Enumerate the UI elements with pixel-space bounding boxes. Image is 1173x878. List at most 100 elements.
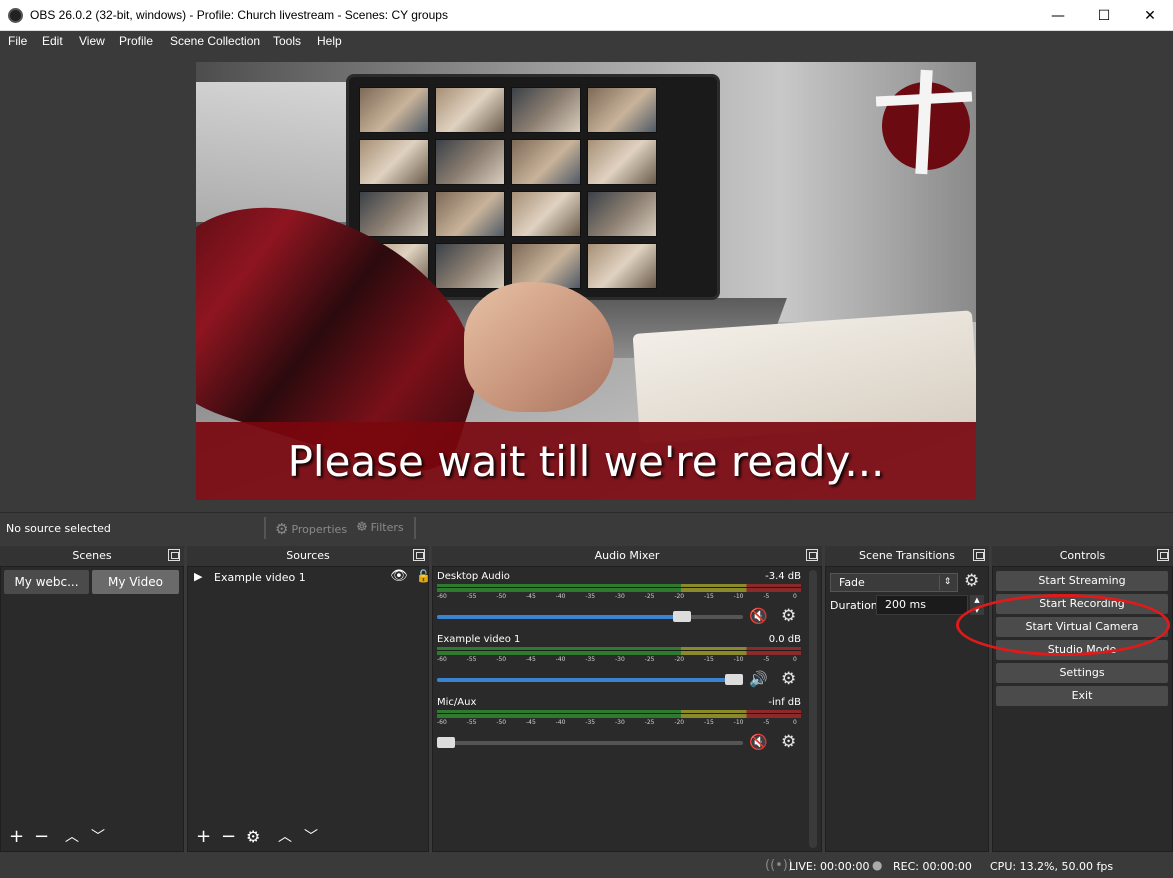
close-button[interactable]: ✕ [1127, 0, 1173, 31]
transition-select[interactable]: Fade ⇕ [830, 573, 958, 592]
meter-tick-label: -50 [496, 656, 507, 663]
menu-profile[interactable]: Profile [119, 34, 153, 48]
audio-mixer-panel: Desktop Audio -3.4 dB -60 -55 -50 -45 -40 -35… [432, 566, 822, 852]
remove-icon[interactable]: − [34, 827, 49, 847]
gear-icon: ⚙ [275, 520, 289, 538]
maximize-button[interactable]: ☐ [1081, 0, 1127, 31]
scene-item-selected[interactable]: My Video [92, 570, 179, 594]
exit-button[interactable]: Exit [996, 686, 1168, 706]
scene-transitions-title: Scene Transitions [859, 549, 955, 562]
status-bar: ((•)) LIVE: 00:00:00 ● REC: 00:00:00 CPU… [0, 854, 1173, 878]
volume-meter [437, 584, 801, 592]
volume-meter [437, 710, 801, 718]
mixer-channel-example-video: Example video 1 0.0 dB -60 -55 -50 -45 -40 -3… [437, 634, 805, 694]
sources-title: Sources [286, 549, 330, 562]
video-tile [435, 191, 505, 237]
meter-tick-label: -60 [437, 719, 447, 726]
volume-handle[interactable] [437, 737, 455, 748]
add-icon[interactable]: + [9, 827, 24, 847]
move-down-icon[interactable]: ﹀ [91, 827, 105, 847]
volume-fill [437, 615, 679, 619]
move-up-icon[interactable]: ︿ [65, 827, 79, 847]
volume-handle[interactable] [725, 674, 743, 685]
meter-tick-label: -10 [733, 593, 744, 600]
meter-tick-label: -35 [585, 719, 596, 726]
eye-icon[interactable]: 👁 [390, 568, 408, 584]
video-tile [435, 87, 505, 133]
float-dock-icon[interactable] [168, 549, 180, 561]
scenes-footer: + − ︿ ﹀ [1, 825, 183, 849]
volume-slider[interactable] [437, 737, 743, 748]
video-tile [511, 87, 581, 133]
meter-tick-label: -40 [555, 656, 566, 663]
video-tile [359, 87, 429, 133]
float-dock-icon[interactable] [973, 549, 985, 561]
rec-timer: REC: 00:00:00 [893, 860, 972, 873]
minimize-button[interactable]: — [1035, 0, 1081, 31]
gear-icon[interactable]: ⚙ [246, 827, 260, 847]
menu-edit[interactable]: Edit [42, 34, 63, 48]
hand [464, 282, 614, 412]
gear-icon[interactable]: ⚙ [781, 733, 799, 751]
filters-label: Filters [370, 521, 404, 534]
mixer-scrollbar[interactable] [809, 570, 817, 848]
gear-icon[interactable]: ⚙ [964, 571, 979, 591]
duration-input[interactable]: 200 ms [876, 595, 968, 615]
channel-db: 0.0 dB [768, 634, 801, 645]
controls-title: Controls [1059, 549, 1106, 562]
volume-slider[interactable] [437, 611, 743, 622]
video-tile [587, 87, 657, 133]
scene-transitions-dock-title: Scene Transitions [825, 546, 989, 566]
mixer-channel-mic-aux: Mic/Aux -inf dB -60 -55 -50 -45 -40 -35 -30 -25… [437, 697, 805, 757]
gear-icon[interactable]: ⚙ [781, 670, 799, 688]
channel-db: -inf dB [768, 697, 801, 708]
scene-transitions-panel: Fade ⇕ ⚙ Duration 200 ms ▲ ▼ [825, 566, 989, 852]
meter-tick-label: -30 [615, 593, 625, 600]
source-item[interactable]: ▶ Example video 1 👁 🔓 [194, 568, 431, 588]
float-dock-icon[interactable] [806, 549, 818, 561]
video-tile [435, 243, 505, 289]
float-dock-icon[interactable] [1157, 549, 1169, 561]
audio-mixer-dock-title: Audio Mixer [432, 546, 822, 566]
gear-icon[interactable]: ⚙ [781, 607, 799, 625]
settings-button[interactable]: Settings [996, 663, 1168, 683]
menu-scene-collection[interactable]: Scene Collection [170, 34, 260, 48]
video-tile [359, 191, 429, 237]
filters-button[interactable]: ☸ Filters [356, 520, 404, 535]
add-icon[interactable]: + [196, 827, 211, 847]
volume-handle[interactable] [673, 611, 692, 622]
meter-tick-label: -35 [585, 656, 596, 663]
chevron-updown-icon: ⇕ [939, 575, 955, 590]
record-dot-icon: ● [872, 858, 883, 872]
menu-help[interactable]: Help [317, 34, 342, 48]
float-dock-icon[interactable] [413, 549, 425, 561]
meter-tick-label: -5 [763, 593, 770, 600]
sources-dock-title: Sources [187, 546, 429, 566]
video-tile [511, 139, 581, 185]
menu-tools[interactable]: Tools [273, 34, 301, 48]
scene-item[interactable]: My webc... [4, 570, 89, 594]
volume-slider[interactable] [437, 674, 743, 685]
muted-speaker-icon[interactable]: 🔇 [749, 607, 773, 625]
obs-logo-icon [8, 8, 23, 23]
menu-file[interactable]: File [8, 34, 27, 48]
divider [414, 517, 416, 539]
start-streaming-button[interactable]: Start Streaming [996, 571, 1168, 591]
meter-ticks: -60 -55 -50 -45 -40 -35 -30 -25 -20 -15 -10 -5 0 [437, 719, 801, 729]
live-timer: LIVE: 00:00:00 [789, 860, 870, 873]
unlock-icon[interactable]: 🔓 [416, 569, 431, 583]
muted-speaker-icon[interactable]: 🔇 [749, 733, 773, 751]
controls-dock-title: Controls [992, 546, 1173, 566]
video-tile [587, 243, 657, 289]
move-down-icon[interactable]: ﹀ [304, 827, 318, 847]
move-up-icon[interactable]: ︿ [278, 827, 292, 847]
meter-tick-label: 0 [793, 593, 797, 600]
program-preview[interactable]: Please wait till we're ready... [196, 62, 976, 500]
remove-icon[interactable]: − [221, 827, 236, 847]
meter-tick-label: -25 [644, 593, 655, 600]
speaker-icon[interactable]: 🔊 [749, 670, 773, 688]
menu-bar: File Edit View Profile Scene Collection … [0, 31, 1173, 53]
audio-mixer-title: Audio Mixer [594, 549, 660, 562]
menu-view[interactable]: View [79, 34, 105, 48]
properties-button[interactable]: ⚙ Properties [275, 520, 347, 538]
